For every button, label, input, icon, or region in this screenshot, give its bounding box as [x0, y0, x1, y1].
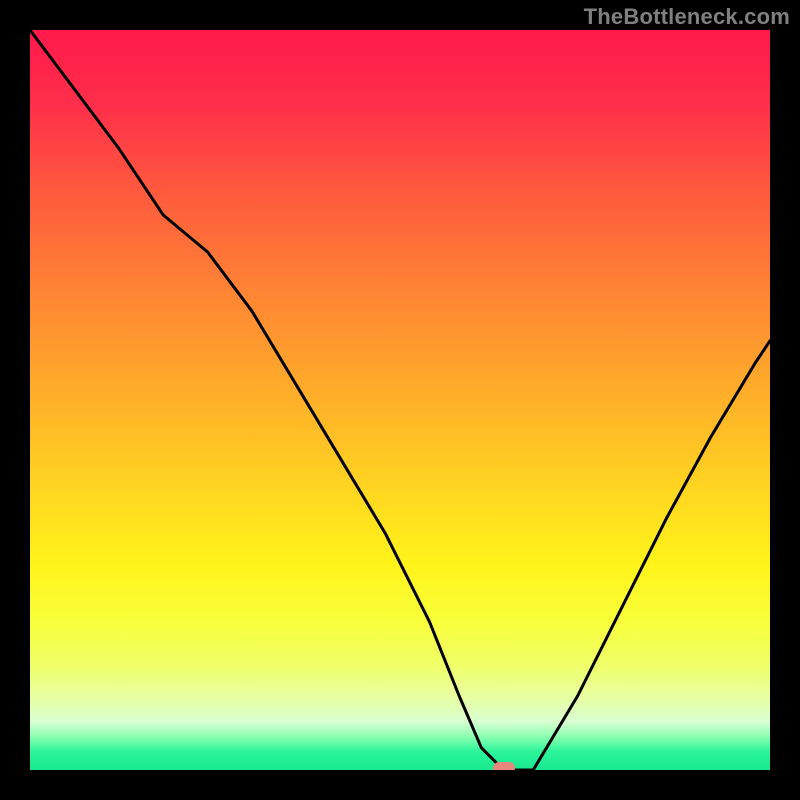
gradient-background [30, 30, 770, 770]
chart-svg [30, 30, 770, 770]
optimal-marker [493, 762, 515, 770]
plot-area [30, 30, 770, 770]
watermark-text: TheBottleneck.com [584, 4, 790, 30]
chart-frame: TheBottleneck.com [0, 0, 800, 800]
